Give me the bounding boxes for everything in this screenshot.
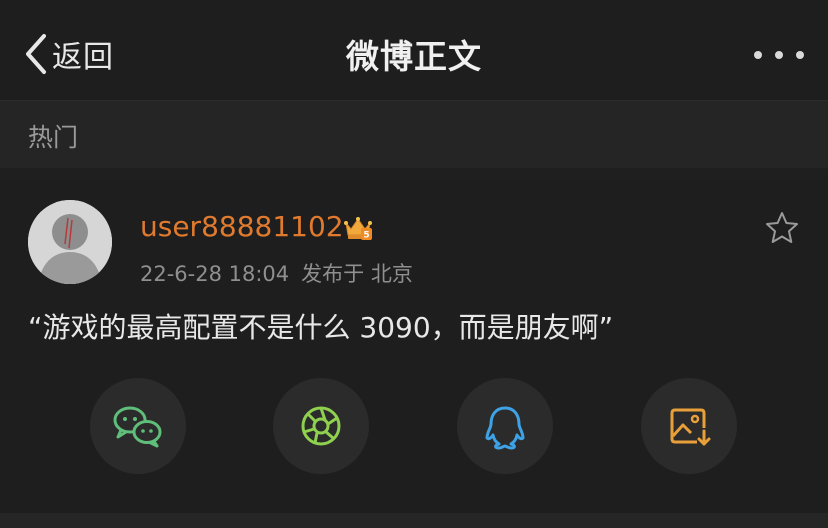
location: 发布于 北京 — [301, 262, 413, 286]
share-qq-button[interactable] — [457, 378, 553, 474]
share-moments-button[interactable] — [273, 378, 369, 474]
avatar-image — [28, 200, 112, 284]
section-header: 热门 — [0, 101, 828, 168]
save-image-icon — [670, 408, 711, 446]
post-card: user88881102 5 22-6-28 18:04 发布于 北京 “游戏的最… — [0, 178, 828, 513]
more-icon[interactable] — [754, 40, 804, 70]
section-label: 热门 — [28, 123, 79, 152]
post-meta: 22-6-28 18:04 发布于 北京 — [140, 258, 413, 288]
username[interactable]: user88881102 — [140, 210, 344, 243]
page-title: 微博正文 — [346, 37, 482, 76]
post-text: “游戏的最高配置不是什么 3090，而是朋友啊” — [28, 311, 614, 344]
more-dot — [754, 51, 762, 59]
moments-icon — [301, 406, 341, 446]
save-image-button[interactable] — [641, 378, 737, 474]
star-icon[interactable] — [764, 210, 800, 246]
navbar: 返回 微博正文 — [0, 0, 828, 101]
wechat-icon — [113, 406, 162, 448]
more-dot — [775, 51, 783, 59]
avatar[interactable] — [28, 200, 112, 284]
svg-text:5: 5 — [363, 231, 369, 241]
timestamp: 22-6-28 18:04 — [140, 262, 290, 286]
crown-badge-icon: 5 — [344, 217, 372, 241]
bottom-divider — [0, 513, 828, 528]
more-dot — [796, 51, 804, 59]
share-wechat-button[interactable] — [90, 378, 186, 474]
qq-icon — [485, 406, 525, 450]
